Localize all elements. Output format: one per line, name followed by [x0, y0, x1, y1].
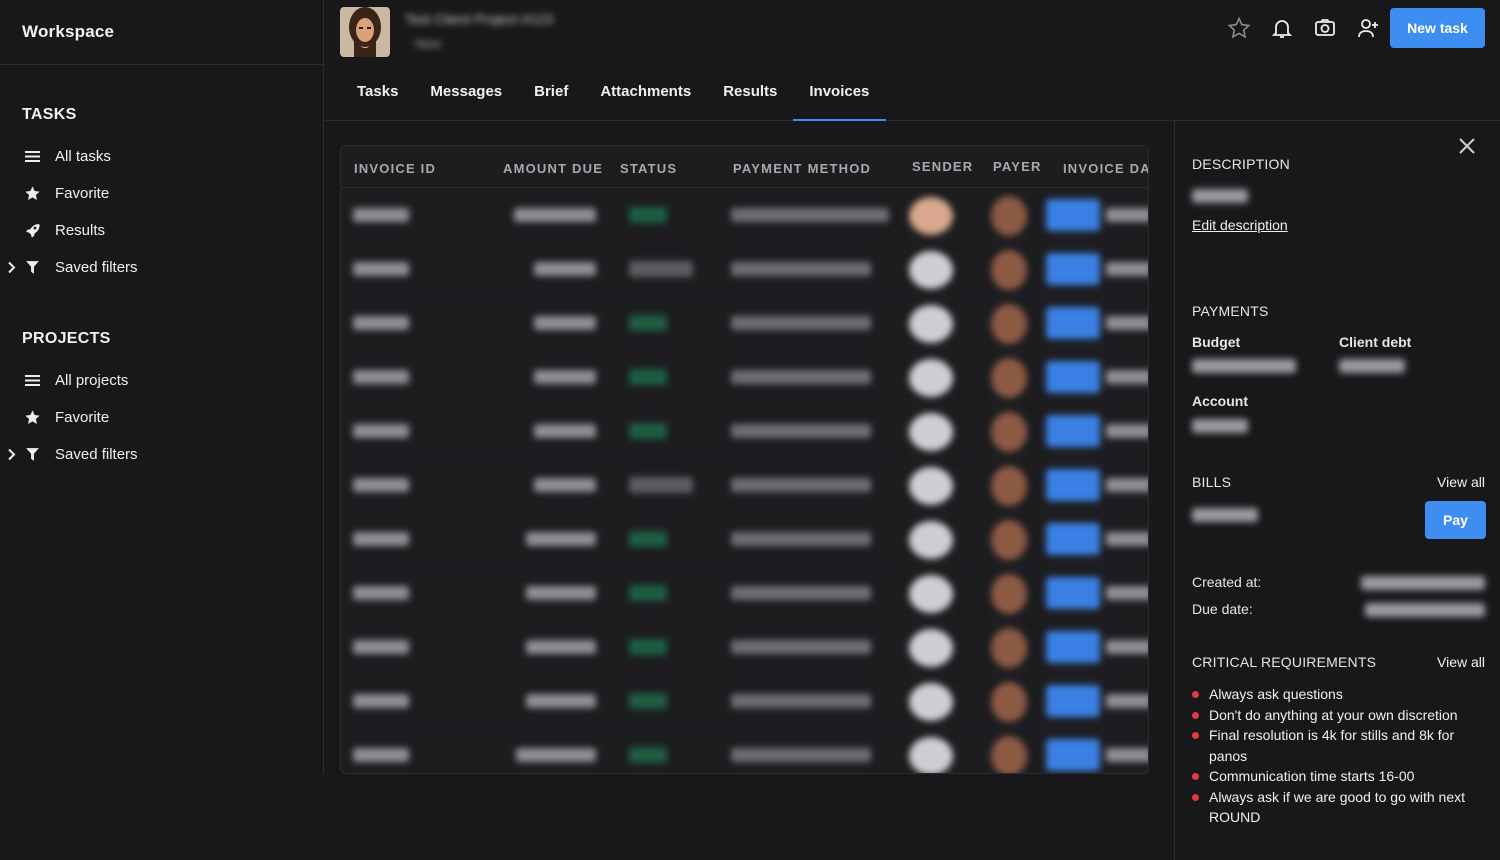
sidebar-item-label: Favorite	[55, 185, 110, 202]
sidebar: Workspace TASKS All tasks Favorite Resul…	[0, 0, 324, 774]
table-header: INVOICE ID AMOUNT DUE STATUS PAYMENT MET…	[341, 146, 1148, 188]
sidebar-item-favorite-projects[interactable]: Favorite	[0, 399, 323, 436]
column-header-invoice-date[interactable]: INVOICE DAT	[1063, 161, 1148, 176]
sidebar-item-all-tasks[interactable]: All tasks	[0, 138, 323, 175]
list-item: Always ask if we are good to go with nex…	[1192, 787, 1492, 828]
sidebar-item-results[interactable]: Results	[0, 212, 323, 249]
table-row[interactable]	[341, 512, 1148, 566]
description-text	[1192, 189, 1248, 203]
bills-view-all-link[interactable]: View all	[1437, 474, 1485, 490]
table-row[interactable]	[341, 728, 1148, 773]
rocket-icon	[26, 224, 40, 238]
table-row[interactable]	[341, 188, 1148, 242]
bills-heading: BILLS	[1192, 474, 1232, 490]
tab-invoices[interactable]: Invoices	[793, 70, 887, 121]
sidebar-item-saved-filters-projects[interactable]: Saved filters	[0, 436, 323, 473]
created-at-label: Created at:	[1192, 574, 1262, 590]
filter-icon	[26, 261, 39, 274]
invoices-table: INVOICE ID AMOUNT DUE STATUS PAYMENT MET…	[340, 145, 1149, 774]
sidebar-item-label: All projects	[55, 372, 129, 389]
chevron-right-icon[interactable]	[7, 448, 16, 461]
list-item: Don't do anything at your own discretion	[1192, 705, 1492, 726]
due-date-label: Due date:	[1192, 601, 1253, 617]
budget-value	[1192, 359, 1296, 373]
list-item: Communication time starts 16-00	[1192, 766, 1492, 787]
requirements-list: Always ask questions Don't do anything a…	[1192, 684, 1492, 828]
star-icon	[25, 410, 40, 424]
project-status: New	[415, 36, 442, 51]
chevron-right-icon[interactable]	[7, 261, 16, 274]
table-body	[341, 188, 1148, 773]
star-icon[interactable]	[1227, 16, 1251, 40]
table-row[interactable]	[341, 242, 1148, 296]
sidebar-item-label: Favorite	[55, 409, 110, 426]
sidebar-item-label: All tasks	[55, 148, 111, 165]
avatar-image	[340, 7, 390, 57]
header-actions	[1227, 16, 1380, 40]
list-icon	[25, 375, 40, 386]
star-icon	[25, 186, 40, 200]
bill-amount	[1192, 508, 1258, 522]
top-bar: Test Client Project #123 New New task Ta…	[325, 0, 1500, 121]
client-debt-label: Client debt	[1339, 334, 1412, 350]
sidebar-item-label: Saved filters	[55, 259, 138, 276]
tab-attachments[interactable]: Attachments	[584, 70, 707, 121]
tab-messages[interactable]: Messages	[414, 70, 518, 121]
client-debt-value	[1339, 359, 1405, 373]
tab-bar: Tasks Messages Brief Attachments Results…	[341, 70, 887, 121]
table-row[interactable]	[341, 674, 1148, 728]
table-row[interactable]	[341, 458, 1148, 512]
column-header-payer[interactable]: PAYER	[993, 159, 1042, 174]
critical-view-all-link[interactable]: View all	[1437, 654, 1485, 670]
column-header-invoice-id[interactable]: INVOICE ID	[354, 161, 436, 176]
sidebar-item-label: Saved filters	[55, 446, 138, 463]
projects-heading: PROJECTS	[22, 330, 111, 347]
details-panel: DESCRIPTION Edit description PAYMENTS Bu…	[1174, 121, 1500, 860]
bell-icon[interactable]	[1270, 16, 1294, 40]
list-item: Final resolution is 4k for stills and 8k…	[1192, 725, 1492, 766]
sidebar-item-label: Results	[55, 222, 106, 239]
list-icon	[25, 151, 40, 162]
tab-brief[interactable]: Brief	[518, 70, 584, 121]
column-header-payment-method[interactable]: PAYMENT METHOD	[733, 161, 871, 176]
edit-description-link[interactable]: Edit description	[1192, 217, 1288, 233]
tasks-heading: TASKS	[22, 106, 77, 123]
new-task-button[interactable]: New task	[1390, 8, 1485, 48]
filter-icon	[26, 448, 39, 461]
payments-heading: PAYMENTS	[1192, 303, 1269, 319]
budget-label: Budget	[1192, 334, 1241, 350]
table-row[interactable]	[341, 620, 1148, 674]
description-heading: DESCRIPTION	[1192, 156, 1290, 172]
account-label: Account	[1192, 393, 1248, 409]
app-title: Workspace	[0, 0, 323, 65]
project-avatar[interactable]	[340, 7, 390, 57]
sidebar-item-saved-filters-tasks[interactable]: Saved filters	[0, 249, 323, 286]
sidebar-item-all-projects[interactable]: All projects	[0, 362, 323, 399]
list-item: Always ask questions	[1192, 684, 1492, 705]
tab-results[interactable]: Results	[707, 70, 793, 121]
column-header-sender[interactable]: SENDER	[912, 159, 973, 174]
table-row[interactable]	[341, 404, 1148, 458]
camera-icon[interactable]	[1313, 16, 1337, 40]
created-at-value	[1361, 576, 1485, 590]
table-row[interactable]	[341, 350, 1148, 404]
add-user-icon[interactable]	[1356, 16, 1380, 40]
table-row[interactable]	[341, 566, 1148, 620]
column-header-amount-due[interactable]: AMOUNT DUE	[503, 161, 603, 176]
sidebar-item-favorite-tasks[interactable]: Favorite	[0, 175, 323, 212]
table-row[interactable]	[341, 296, 1148, 350]
column-header-status[interactable]: STATUS	[620, 161, 677, 176]
close-icon[interactable]	[1458, 137, 1476, 155]
pay-button[interactable]: Pay	[1425, 501, 1486, 539]
due-date-value	[1365, 603, 1485, 617]
critical-requirements-heading: CRITICAL REQUIREMENTS	[1192, 654, 1377, 670]
tab-tasks[interactable]: Tasks	[341, 70, 414, 121]
project-title: Test Client Project #123	[405, 11, 553, 27]
account-value	[1192, 419, 1248, 433]
